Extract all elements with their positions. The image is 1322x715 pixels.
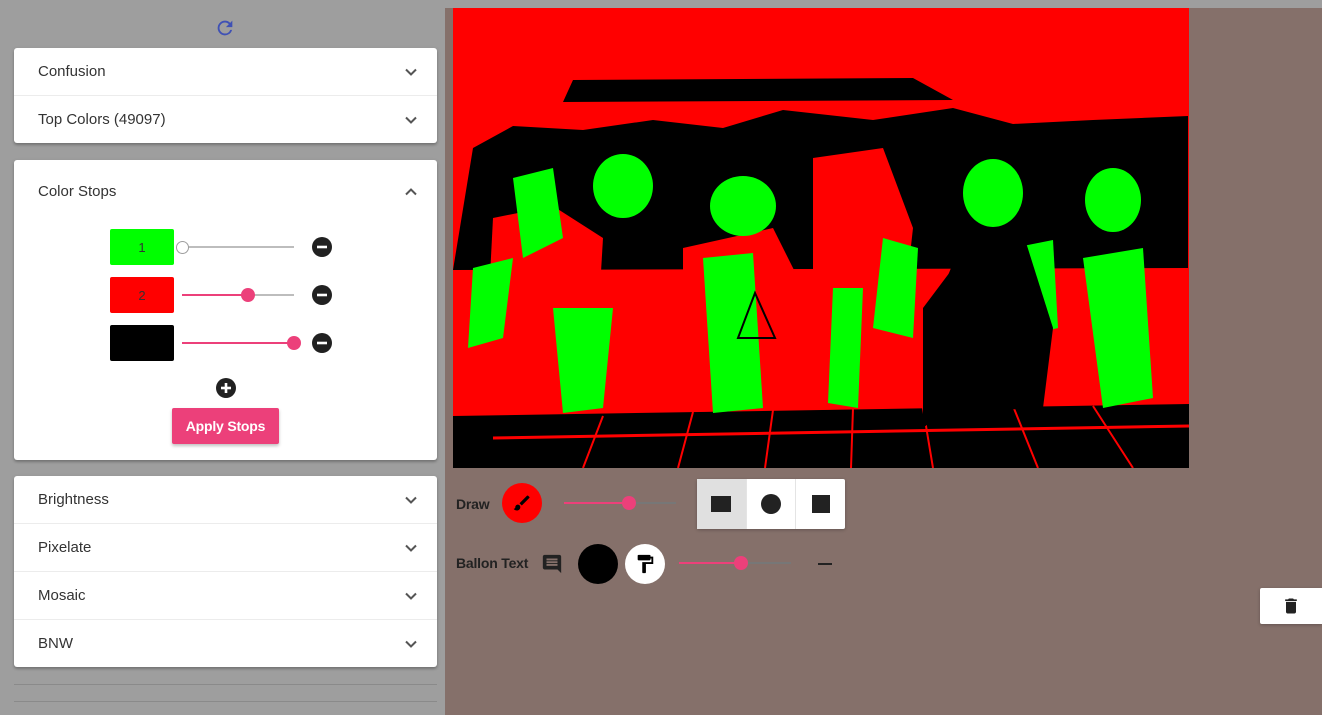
brush-icon [513, 495, 530, 511]
divider [14, 701, 437, 702]
remove-circle-icon[interactable] [312, 333, 332, 353]
swatch-label: 2 [138, 287, 146, 303]
remove-circle-icon[interactable] [312, 237, 332, 257]
slider-fill [679, 562, 741, 564]
balloon-color-button[interactable] [578, 544, 618, 584]
trash-icon [1285, 598, 1297, 614]
panel-label: Pixelate [38, 539, 92, 556]
image-canvas[interactable] [453, 8, 1189, 468]
remove-circle-icon[interactable] [312, 285, 332, 305]
format-paint-icon [637, 554, 654, 574]
sidebar: Confusion Top Colors (49097) Color Stops… [0, 0, 445, 715]
add-circle-icon[interactable] [216, 378, 236, 398]
panel-label: Confusion [38, 63, 106, 80]
slider-fill [182, 294, 249, 296]
color-swatch[interactable]: 1 [110, 229, 174, 265]
panel-label: Brightness [38, 491, 109, 508]
shape-selector [697, 479, 845, 529]
chevron-down-icon [405, 68, 417, 76]
panel-group-bottom: Brightness Pixelate Mosaic BNW [14, 476, 437, 667]
panel-color-stops: Color Stops 1 2 Apply Stops [14, 160, 437, 460]
comment-icon[interactable] [541, 553, 563, 575]
slider-thumb[interactable] [241, 288, 256, 302]
refresh-icon[interactable] [214, 17, 236, 39]
slider-thumb[interactable] [287, 336, 301, 350]
slider-fill [182, 342, 294, 344]
chevron-down-icon [405, 496, 417, 504]
color-swatch[interactable] [110, 325, 174, 361]
draw-label: Draw [456, 496, 490, 512]
square-filled-icon [811, 495, 830, 513]
color-swatch[interactable]: 2 [110, 277, 174, 313]
chevron-down-icon [405, 640, 417, 648]
color-stop-3 [110, 325, 340, 361]
chevron-down-icon [405, 592, 417, 600]
slider-thumb[interactable] [175, 240, 189, 254]
square-icon [711, 496, 732, 512]
workspace: Draw Ballon Text [445, 0, 1322, 715]
panel-mosaic[interactable]: Mosaic [14, 572, 437, 620]
balloon-text-label: Ballon Text [456, 555, 529, 571]
draw-color-button[interactable] [502, 483, 542, 523]
panel-confusion[interactable]: Confusion [14, 48, 437, 96]
stop-slider[interactable] [182, 336, 301, 350]
apply-stops-button[interactable]: Apply Stops [172, 408, 279, 444]
chevron-down-icon [405, 116, 417, 124]
fill-style-button[interactable] [625, 544, 665, 584]
minus-icon[interactable] [818, 563, 832, 565]
panel-top-colors[interactable]: Top Colors (49097) [14, 96, 437, 143]
panel-color-stops-header[interactable]: Color Stops [14, 160, 437, 223]
balloon-size-slider[interactable] [679, 556, 791, 570]
chevron-down-icon [405, 544, 417, 552]
color-stop-1: 1 [110, 229, 340, 265]
panel-brightness[interactable]: Brightness [14, 476, 437, 524]
panel-group-top: Confusion Top Colors (49097) [14, 48, 437, 143]
slider-fill [564, 502, 629, 504]
panel-bnw[interactable]: BNW [14, 620, 437, 667]
stop-slider[interactable] [182, 288, 294, 302]
panel-label: BNW [38, 635, 73, 652]
panel-label: Mosaic [38, 587, 86, 604]
slider-thumb[interactable] [733, 556, 748, 570]
panel-label: Top Colors (49097) [38, 111, 166, 128]
panel-label: Color Stops [38, 183, 117, 200]
shape-circle-button[interactable] [747, 479, 797, 529]
color-stop-2: 2 [110, 277, 340, 313]
shape-rectangle-button[interactable] [697, 479, 747, 529]
top-strip [445, 0, 1322, 8]
stop-slider[interactable] [175, 240, 294, 254]
divider [14, 684, 437, 685]
delete-button[interactable] [1260, 588, 1322, 624]
circle-icon [761, 494, 781, 514]
panel-pixelate[interactable]: Pixelate [14, 524, 437, 572]
shape-square-button[interactable] [796, 479, 845, 529]
draw-size-slider[interactable] [564, 496, 676, 510]
chevron-up-icon [405, 187, 417, 195]
slider-thumb[interactable] [621, 496, 636, 510]
swatch-label: 1 [138, 239, 146, 255]
